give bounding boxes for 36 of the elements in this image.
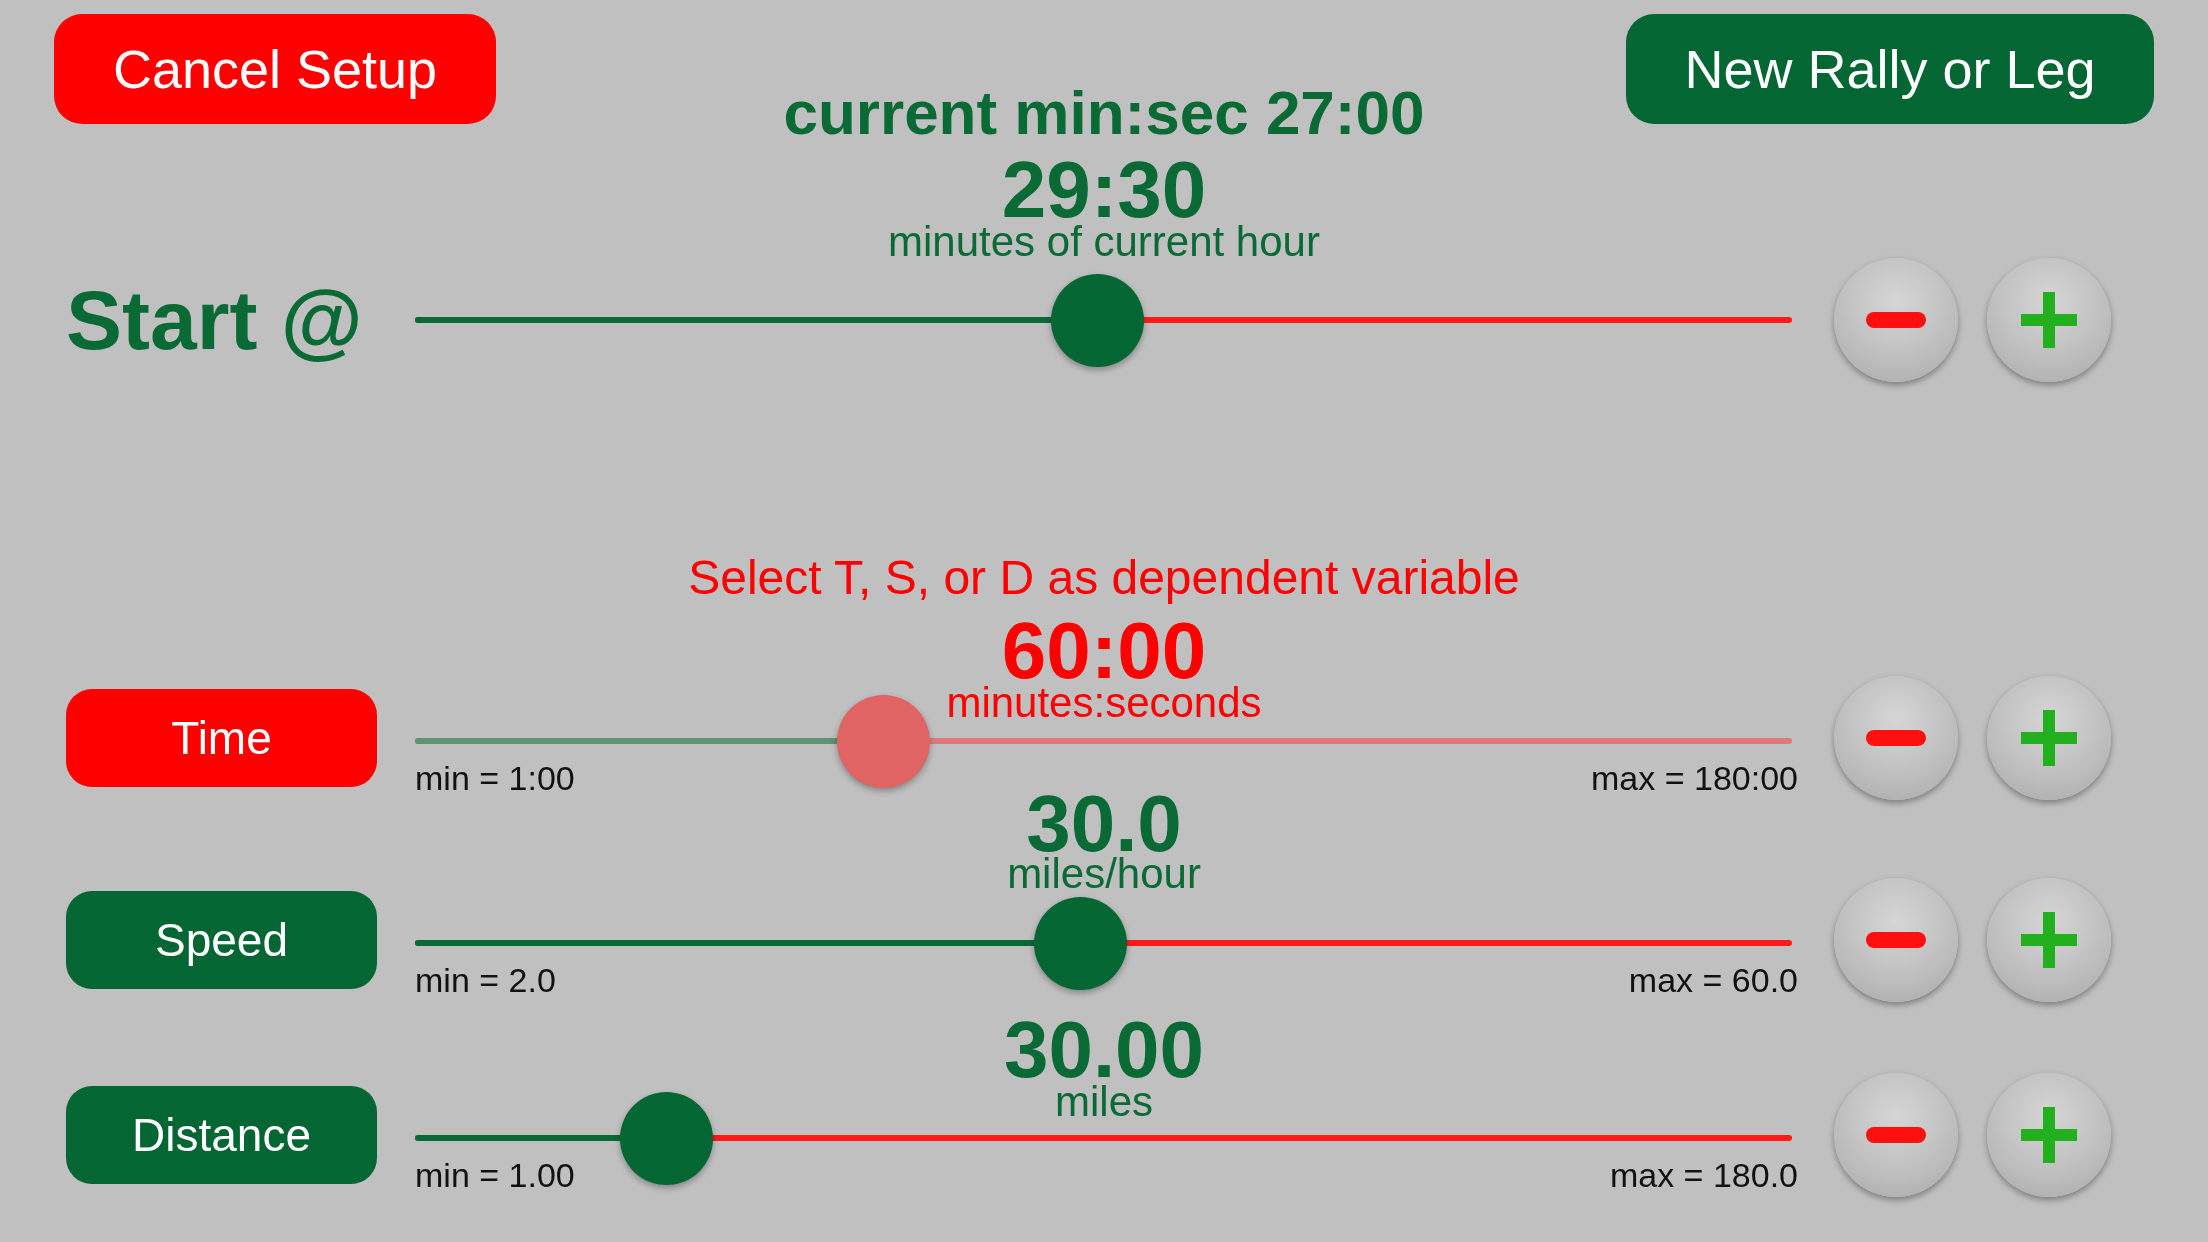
plus-icon — [2019, 1105, 2079, 1165]
plus-icon — [2019, 708, 2079, 768]
plus-button[interactable] — [1987, 878, 2111, 1002]
cancel-setup-button[interactable]: Cancel Setup — [54, 14, 496, 124]
new-rally-button[interactable]: New Rally or Leg — [1626, 14, 2154, 124]
variable-button[interactable]: Time — [66, 689, 377, 787]
start-label: Start @ — [66, 271, 364, 369]
minus-button[interactable] — [1834, 878, 1958, 1002]
slider-thumb[interactable] — [1050, 274, 1144, 367]
max-label: max = 60.0 — [1628, 963, 1798, 997]
max-label: max = 180:00 — [1591, 761, 1798, 795]
minus-icon — [1865, 932, 1927, 948]
slider-thumb[interactable] — [837, 694, 931, 788]
min-label: min = 1:00 — [415, 761, 575, 795]
plus-icon — [2019, 910, 2079, 970]
variable-button[interactable]: Speed — [66, 891, 377, 989]
slider-thumb[interactable] — [1034, 896, 1128, 990]
min-label: min = 2.0 — [415, 963, 556, 997]
units-label: minutes:seconds — [946, 681, 1262, 725]
minus-button[interactable] — [1834, 1073, 1958, 1197]
slider[interactable] — [415, 273, 1792, 367]
plus-icon — [2019, 290, 2079, 350]
plus-button[interactable] — [1987, 676, 2111, 800]
minus-icon — [1865, 312, 1927, 328]
max-label: max = 180.0 — [1609, 1158, 1798, 1192]
variable-button[interactable]: Distance — [66, 1086, 377, 1184]
slider-thumb[interactable] — [619, 1091, 713, 1185]
minus-icon — [1865, 1127, 1927, 1143]
current-time-text: current min:sec 27:00 — [783, 80, 1425, 146]
minus-button[interactable] — [1834, 676, 1958, 800]
min-label: min = 1.00 — [415, 1158, 575, 1192]
instruction-text: Select T, S, or D as dependent variable — [687, 550, 1521, 606]
plus-button[interactable] — [1987, 258, 2111, 382]
minus-button[interactable] — [1834, 258, 1958, 382]
plus-button[interactable] — [1987, 1073, 2111, 1197]
minus-icon — [1865, 730, 1927, 746]
